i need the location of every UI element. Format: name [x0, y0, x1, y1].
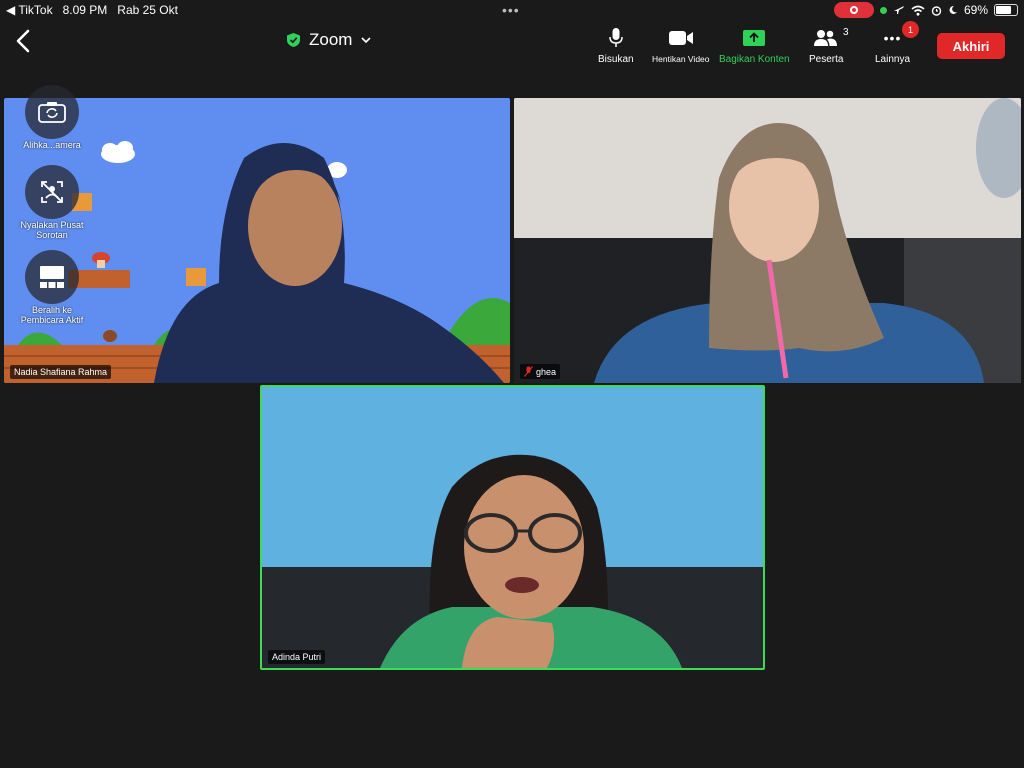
center-stage-label: Nyalakan Pusat Sorotan — [20, 220, 84, 240]
battery-icon — [994, 4, 1018, 16]
share-content-button[interactable]: Bagikan Konten — [719, 26, 790, 65]
participant-name: Nadia Shafiana Rahma — [10, 365, 112, 379]
shield-check-icon — [287, 33, 300, 47]
speaker-view-icon — [40, 266, 64, 288]
active-speaker-button[interactable]: Beralih ke Pembicara Aktif — [17, 250, 87, 325]
participants-button[interactable]: Peserta — [809, 26, 843, 65]
back-to-app-link[interactable]: ◀ TikTok — [6, 3, 53, 17]
participant-name: ghea — [536, 366, 557, 377]
participant-video — [514, 98, 1021, 383]
center-stage-off-icon — [41, 181, 63, 203]
mute-label: Bisukan — [598, 54, 634, 65]
center-stage-button[interactable]: Nyalakan Pusat Sorotan — [17, 165, 87, 240]
back-button[interactable] — [12, 28, 36, 54]
participant-name: Adinda Putri — [268, 650, 326, 664]
video-tile-ghea[interactable]: ghea — [514, 98, 1021, 383]
participants-icon — [814, 30, 838, 46]
more-dots-icon: ••• — [883, 30, 902, 46]
stop-video-button[interactable]: Hentikan Video — [652, 26, 710, 64]
battery-percent: 69% — [963, 3, 988, 17]
multitasking-dots[interactable]: ••• — [502, 2, 520, 18]
mute-button[interactable]: Bisukan — [598, 26, 634, 65]
microphone-icon — [609, 28, 623, 47]
airplane-icon — [893, 6, 904, 14]
meeting-info-button[interactable]: Zoom — [286, 30, 372, 50]
microphone-muted-icon — [524, 366, 533, 377]
video-tile-adinda[interactable]: Adinda Putri — [260, 385, 765, 670]
share-content-label: Bagikan Konten — [719, 54, 790, 65]
switch-camera-icon — [38, 102, 66, 123]
status-time: 8.09 PM — [62, 3, 108, 17]
camera-in-use-dot — [879, 6, 887, 14]
participant-name-tag: ghea — [520, 364, 561, 379]
more-notification-badge: 1 — [902, 21, 919, 38]
participants-label: Peserta — [809, 54, 844, 65]
video-camera-icon — [668, 31, 693, 45]
active-speaker-label: Beralih ke Pembicara Aktif — [20, 305, 84, 325]
switch-camera-label: Alihka...amera — [23, 140, 81, 150]
status-date: Rab 25 Okt — [117, 3, 178, 17]
participant-video — [262, 387, 763, 668]
end-meeting-button[interactable]: Akhiri — [937, 33, 1005, 59]
wifi-icon — [911, 5, 925, 16]
meeting-title: Zoom — [309, 30, 353, 49]
moon-icon — [949, 5, 957, 14]
chevron-left-icon — [16, 29, 30, 53]
status-bar: ◀ TikTok 8.09 PM Rab 25 Okt ••• 69% — [0, 0, 1024, 20]
screen-record-indicator[interactable] — [833, 2, 874, 18]
stop-video-label: Hentikan Video — [652, 54, 710, 64]
more-label: Lainnya — [875, 54, 911, 65]
participants-count: 3 — [843, 27, 849, 38]
chevron-down-icon — [361, 37, 372, 44]
switch-camera-button[interactable]: Alihka...amera — [17, 85, 87, 150]
share-screen-icon — [743, 30, 766, 46]
alarm-icon — [931, 5, 942, 16]
